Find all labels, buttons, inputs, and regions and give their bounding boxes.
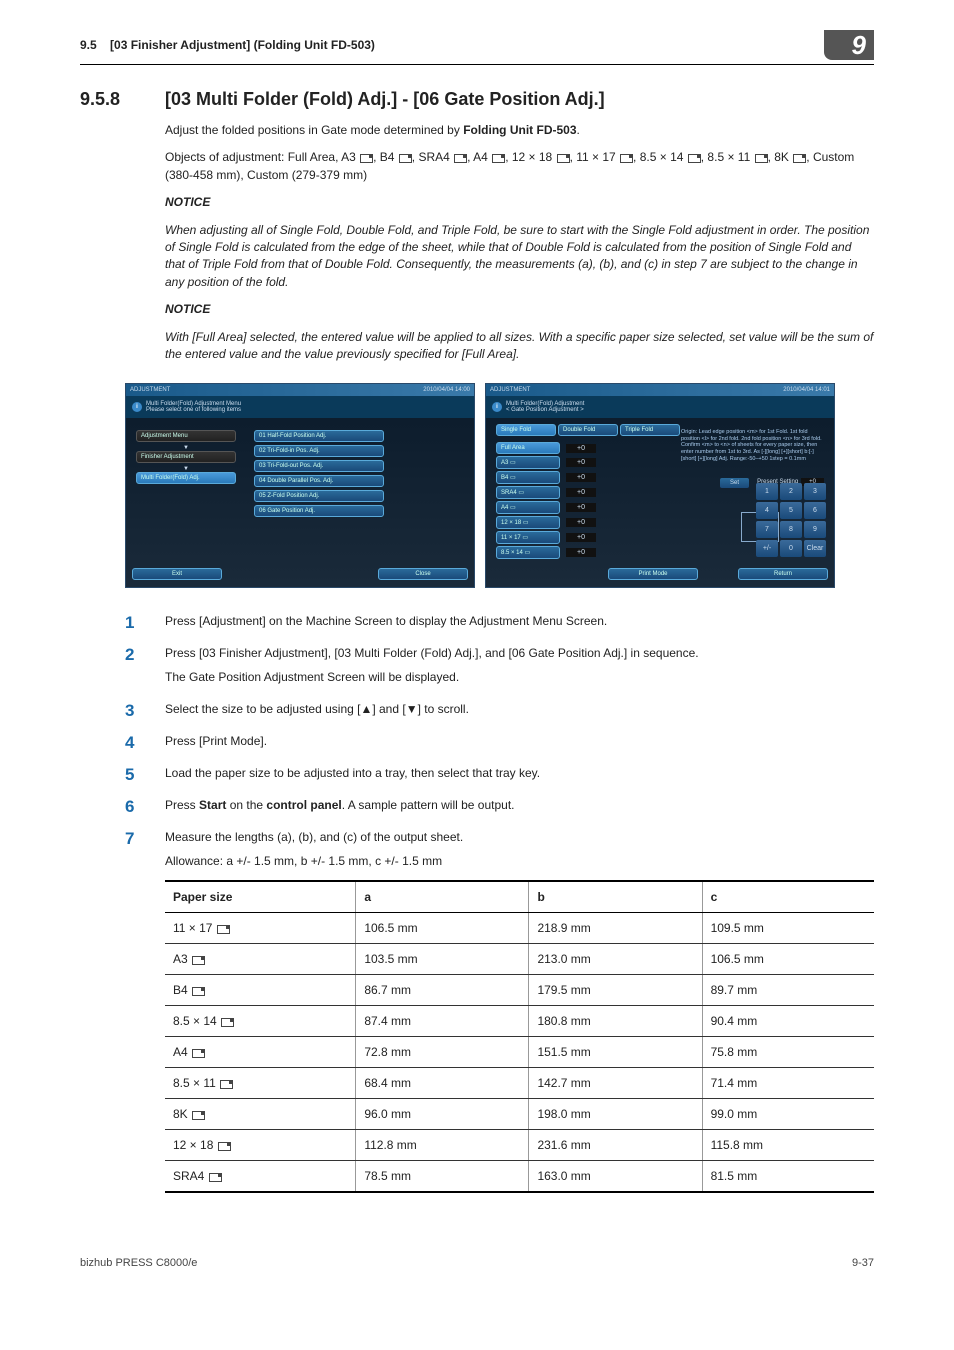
paper-icon (793, 154, 806, 163)
notice-heading: NOTICE (165, 194, 874, 211)
key[interactable]: 8 (780, 521, 802, 538)
section-number: 9.5.8 (80, 89, 165, 110)
help-text: Origin: Lead edge position <m> for 1st F… (681, 429, 826, 462)
tab-single-fold[interactable]: Single Fold (496, 424, 556, 436)
nav-adjustment-menu[interactable]: Adjustment Menu (136, 430, 236, 442)
page-header: 9.5 [03 Finisher Adjustment] (Folding Un… (80, 30, 874, 65)
step-5: Load the paper size to be adjusted into … (125, 764, 874, 782)
table-row: A4 72.8 mm151.5 mm75.8 mm (165, 1037, 874, 1068)
key[interactable]: 2 (780, 483, 802, 500)
step-6: Press Start on the control panel. A samp… (125, 796, 874, 814)
notice-body: With [Full Area] selected, the entered v… (165, 329, 874, 364)
menu-item[interactable]: 05 Z-Fold Position Adj. (254, 490, 384, 502)
paper-icon (399, 154, 412, 163)
step-1: Press [Adjustment] on the Machine Screen… (125, 612, 874, 630)
tab-triple-fold[interactable]: Triple Fold (620, 424, 680, 436)
table-row: 11 × 17 106.5 mm218.9 mm109.5 mm (165, 913, 874, 944)
col-c: c (702, 881, 874, 913)
size-button[interactable]: SRA4 ▭ (496, 486, 560, 499)
menu-item[interactable]: 02 Tri-Fold-in Pos. Adj. (254, 445, 384, 457)
keypad: 1 2 3 4 5 6 7 8 9 +/- 0 Clear (756, 483, 826, 557)
return-button[interactable]: Return (738, 568, 828, 580)
step-2: Press [03 Finisher Adjustment], [03 Mult… (125, 644, 874, 686)
paper-icon (620, 154, 633, 163)
table-row: A3 103.5 mm213.0 mm106.5 mm (165, 944, 874, 975)
page-footer: bizhub PRESS C8000/e 9-37 (80, 1253, 874, 1269)
step-3: Select the size to be adjusted using [▲]… (125, 700, 874, 718)
intro-p2: Objects of adjustment: Full Area, A3 , B… (165, 149, 874, 184)
paper-icon (454, 154, 467, 163)
paper-icon (688, 154, 701, 163)
menu-item[interactable]: 03 Tri-Fold-out Pos. Adj. (254, 460, 384, 472)
info-icon: i (132, 402, 142, 412)
footer-right: 9-37 (852, 1257, 874, 1269)
paper-icon (360, 154, 373, 163)
measurement-table: Paper size a b c 11 × 17 106.5 mm218.9 m… (165, 880, 874, 1193)
table-row: SRA4 78.5 mm163.0 mm81.5 mm (165, 1161, 874, 1193)
step-4: Press [Print Mode]. (125, 732, 874, 750)
menu-item[interactable]: 04 Double Parallel Pos. Adj. (254, 475, 384, 487)
size-button[interactable]: 11 × 17 ▭ (496, 531, 560, 544)
table-row: 8K 96.0 mm198.0 mm99.0 mm (165, 1099, 874, 1130)
intro-p1: Adjust the folded positions in Gate mode… (165, 122, 874, 139)
col-paper-size: Paper size (165, 881, 356, 913)
info-icon: i (492, 402, 502, 412)
paper-icon (557, 154, 570, 163)
header-section-title: [03 Finisher Adjustment] (Folding Unit F… (110, 38, 375, 52)
chapter-badge: 9 (824, 30, 874, 60)
size-button[interactable]: A3 ▭ (496, 456, 560, 469)
footer-left: bizhub PRESS C8000/e (80, 1257, 197, 1269)
key[interactable]: 7 (756, 521, 778, 538)
key[interactable]: 5 (780, 502, 802, 519)
set-button[interactable]: Set (720, 478, 749, 488)
key[interactable]: 0 (780, 540, 802, 557)
size-button[interactable]: A4 ▭ (496, 501, 560, 514)
paper-icon (755, 154, 768, 163)
key[interactable]: 3 (804, 483, 826, 500)
key[interactable]: 4 (756, 502, 778, 519)
table-row: 8.5 × 14 87.4 mm180.8 mm90.4 mm (165, 1006, 874, 1037)
paper-icon (492, 154, 505, 163)
section-title-text: [03 Multi Folder (Fold) Adj.] - [06 Gate… (165, 89, 605, 110)
screenshot-gate-adj: ADJUSTMENT 2010/04/04 14:01 i Multi Fold… (485, 383, 835, 588)
nav-finisher-adj[interactable]: Finisher Adjustment (136, 451, 236, 463)
table-row: 12 × 18 112.8 mm231.6 mm115.8 mm (165, 1130, 874, 1161)
exit-button[interactable]: Exit (132, 568, 222, 580)
size-button[interactable]: B4 ▭ (496, 471, 560, 484)
tab-double-fold[interactable]: Double Fold (558, 424, 618, 436)
notice-body: When adjusting all of Single Fold, Doubl… (165, 222, 874, 292)
size-button[interactable]: Full Area (496, 442, 560, 454)
table-row: B4 86.7 mm179.5 mm89.7 mm (165, 975, 874, 1006)
step-7: Measure the lengths (a), (b), and (c) of… (125, 828, 874, 1193)
table-row: 8.5 × 11 68.4 mm142.7 mm71.4 mm (165, 1068, 874, 1099)
nav-multi-folder[interactable]: Multi Folder(Fold) Adj. (136, 472, 236, 484)
section-heading: 9.5.8 [03 Multi Folder (Fold) Adj.] - [0… (80, 89, 874, 110)
menu-item[interactable]: 01 Half-Fold Position Adj. (254, 430, 384, 442)
col-b: b (529, 881, 702, 913)
header-section-num: 9.5 (80, 38, 97, 52)
key[interactable]: 6 (804, 502, 826, 519)
key[interactable]: 9 (804, 521, 826, 538)
size-button[interactable]: 8.5 × 14 ▭ (496, 546, 560, 559)
key[interactable]: Clear (804, 540, 826, 557)
key[interactable]: +/- (756, 540, 778, 557)
size-button[interactable]: 12 × 18 ▭ (496, 516, 560, 529)
close-button[interactable]: Close (378, 568, 468, 580)
key[interactable]: 1 (756, 483, 778, 500)
notice-heading: NOTICE (165, 301, 874, 318)
menu-item[interactable]: 06 Gate Position Adj. (254, 505, 384, 517)
print-mode-button[interactable]: Print Mode (608, 568, 698, 580)
screenshot-menu: ADJUSTMENT 2010/04/04 14:00 i Multi Fold… (125, 383, 475, 588)
col-a: a (356, 881, 529, 913)
